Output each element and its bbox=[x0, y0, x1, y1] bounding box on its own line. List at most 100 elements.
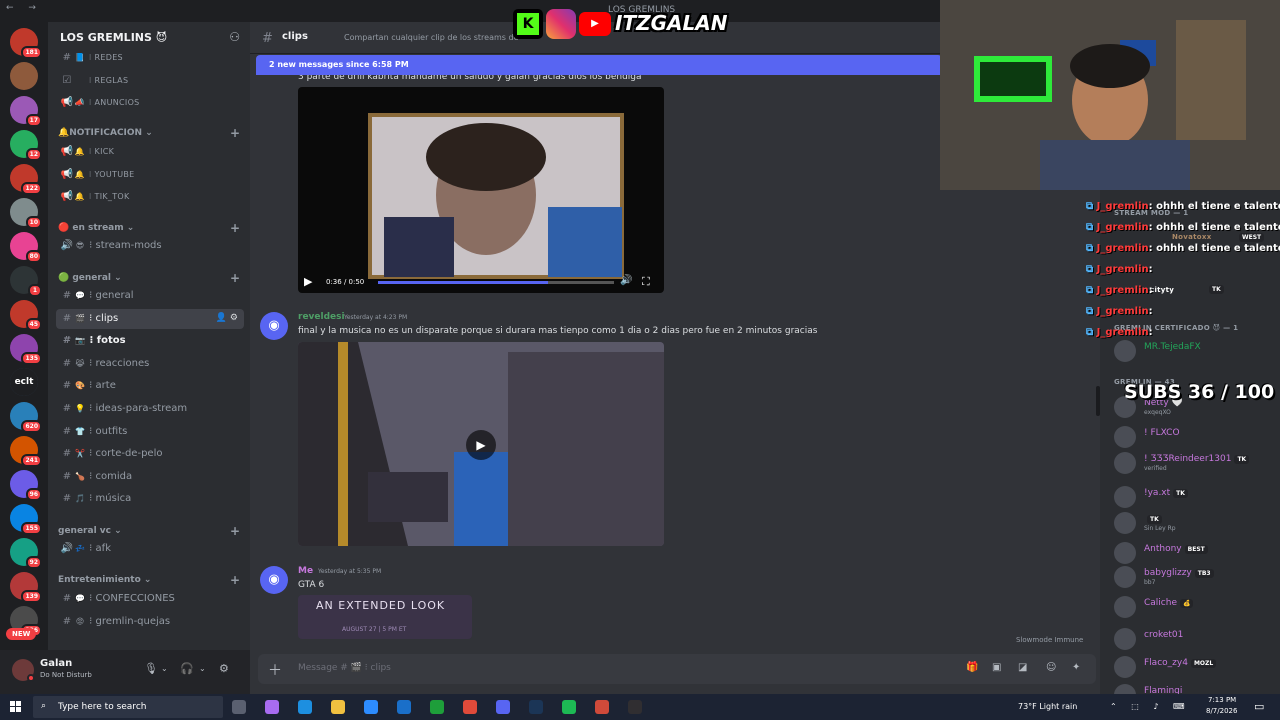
fullscreen-icon[interactable]: ⛶ bbox=[642, 275, 650, 289]
history-nav[interactable]: ← → bbox=[6, 3, 42, 13]
apps-icon[interactable]: ✦ bbox=[1072, 662, 1080, 673]
channel-afk[interactable]: 🔊 💤 ⁝ afk bbox=[56, 539, 244, 559]
channel-reacciones[interactable]: # 😹 ⁝ reacciones bbox=[56, 354, 244, 374]
channel-música[interactable]: # 🎵 ⁝ música bbox=[56, 489, 244, 509]
channel-clips[interactable]: # 🎬 ⁝ clips 👤 ⚙ bbox=[56, 308, 244, 329]
channel-general[interactable]: # 💬 ⁝ general bbox=[56, 286, 244, 306]
channel-redes[interactable]: # 📘 ⁝ REDES bbox=[56, 48, 244, 68]
video-attachment[interactable]: ▶ 0:36 / 0:50 🔊 ⛶ bbox=[298, 87, 664, 293]
headphones-icon[interactable]: 🎧 bbox=[180, 662, 194, 675]
gear-icon[interactable]: ⚙ bbox=[219, 662, 229, 675]
add-channel-icon[interactable]: + bbox=[230, 573, 240, 587]
server-icon[interactable]: 139 bbox=[10, 572, 42, 603]
member-item[interactable]: TK Sin Ley Rp bbox=[1114, 510, 1280, 534]
windows-start-icon[interactable] bbox=[10, 701, 22, 713]
gift-icon[interactable]: 🎁 bbox=[966, 662, 978, 673]
copilot-icon[interactable] bbox=[265, 700, 279, 714]
add-channel-icon[interactable]: + bbox=[230, 271, 240, 285]
system-tray-icons[interactable]: ⌃ ⬚ ♪ ⌨ bbox=[1110, 702, 1191, 711]
discord-icon[interactable] bbox=[496, 700, 510, 714]
outlook-icon[interactable] bbox=[397, 700, 411, 714]
server-icon[interactable]: 92 bbox=[10, 538, 42, 569]
server-icon[interactable]: 10 bbox=[10, 198, 42, 229]
chrome-profile-icon[interactable] bbox=[595, 700, 609, 714]
server-icon[interactable]: 620 bbox=[10, 402, 42, 433]
play-icon[interactable]: ▶ bbox=[304, 275, 312, 288]
channel-reglas[interactable]: ☑ ⁝ REGLAS bbox=[56, 71, 244, 91]
member-item[interactable]: croket01 bbox=[1114, 626, 1280, 650]
server-icon[interactable]: 135 bbox=[10, 334, 42, 365]
avatar[interactable]: ◉ bbox=[260, 566, 288, 594]
member-item[interactable]: ! ƷƷƷReindeer1301 TK verified bbox=[1114, 450, 1280, 474]
server-icon[interactable]: 241 bbox=[10, 436, 42, 467]
add-channel-icon[interactable]: + bbox=[230, 126, 240, 140]
member-item[interactable]: Caliche 💰 bbox=[1114, 594, 1280, 618]
message-author[interactable]: Me bbox=[298, 566, 313, 576]
channel-stream-mods[interactable]: 🔊 😎 ⁝ stream-mods bbox=[56, 236, 244, 256]
channel-topic[interactable]: Compartan cualquier clip de los streams … bbox=[344, 33, 519, 42]
server-icon[interactable]: 80 bbox=[10, 232, 42, 263]
obs-icon[interactable] bbox=[628, 700, 642, 714]
channel-kick[interactable]: 📢🔔 ⁝ KICK bbox=[56, 142, 244, 162]
username[interactable]: Galan bbox=[40, 658, 72, 669]
steam-icon[interactable] bbox=[529, 700, 543, 714]
xbox-icon[interactable] bbox=[430, 700, 444, 714]
video-attachment[interactable]: ▶ bbox=[298, 342, 664, 546]
server-icon[interactable]: 1 bbox=[10, 266, 42, 297]
message-author[interactable]: reveldesi bbox=[298, 312, 345, 322]
channel-category[interactable]: 🟢 general ⌄ + bbox=[58, 271, 244, 285]
channel-arte[interactable]: # 🎨 ⁝ arte bbox=[56, 376, 244, 396]
chrome-icon[interactable] bbox=[463, 700, 477, 714]
clock-time[interactable]: 7:13 PM bbox=[1208, 696, 1236, 704]
link-embed[interactable]: AN EXTENDED LOOK AUGUST 27 | 5 PM ET bbox=[298, 595, 472, 639]
server-icon[interactable]: 45 bbox=[10, 300, 42, 331]
channel-confecciones[interactable]: # 💬 ⁝ CONFECCIONES bbox=[56, 589, 244, 609]
emoji-icon[interactable]: ☺ bbox=[1046, 662, 1056, 673]
channel-category[interactable]: general vc ⌄ + bbox=[58, 524, 244, 538]
avatar[interactable]: ◉ bbox=[260, 312, 288, 340]
server-icon[interactable]: 96 bbox=[10, 470, 42, 501]
server-icon[interactable]: 12 bbox=[10, 130, 42, 161]
channel-gremlin-quejas[interactable]: # 😡 ⁝ gremlin-quejas bbox=[56, 612, 244, 632]
member-item[interactable]: MR.TejedaFX bbox=[1114, 338, 1280, 362]
video-progress-track[interactable] bbox=[378, 281, 614, 284]
volume-icon[interactable]: 🔊 bbox=[620, 275, 632, 286]
server-icon[interactable]: 181 bbox=[10, 28, 42, 59]
add-attachment-icon[interactable]: ＋ bbox=[268, 660, 282, 680]
message-input[interactable]: Message # 🎬 ⁝ clips bbox=[298, 663, 391, 673]
channel-fotos[interactable]: # 📷 ⁝ fotos bbox=[56, 331, 244, 351]
channel-tik_tok[interactable]: 📢🔔 ⁝ TIK_TOK bbox=[56, 187, 244, 207]
member-name[interactable]: cityty bbox=[1150, 286, 1174, 294]
add-channel-icon[interactable]: + bbox=[230, 524, 240, 538]
task-view-icon[interactable] bbox=[232, 700, 246, 714]
play-icon[interactable]: ▶ bbox=[466, 430, 496, 460]
chevron-down-icon[interactable]: ⌄ bbox=[161, 664, 168, 673]
weather-widget[interactable]: 73°F Light rain bbox=[1018, 702, 1098, 711]
edge-icon[interactable] bbox=[298, 700, 312, 714]
channel-settings-icon[interactable]: 👤 ⚙ bbox=[216, 313, 238, 323]
notification-icon[interactable]: ▭ bbox=[1254, 700, 1264, 713]
spotify-icon[interactable] bbox=[562, 700, 576, 714]
server-icon[interactable]: 122 bbox=[10, 164, 42, 195]
sticker-icon[interactable]: ◪ bbox=[1018, 662, 1027, 673]
member-item[interactable]: babyglizzy TB3 bb7 bbox=[1114, 564, 1280, 588]
channel-outfits[interactable]: # 👕 ⁝ outfits bbox=[56, 422, 244, 442]
channel-corte-de-pelo[interactable]: # ✂️ ⁝ corte-de-pelo bbox=[56, 444, 244, 464]
channel-anuncios[interactable]: 📢📣 ⁝ ANUNCIOS bbox=[56, 93, 244, 113]
mic-icon[interactable]: 🎙 bbox=[144, 662, 158, 675]
channel-comida[interactable]: # 🍗 ⁝ comida bbox=[56, 467, 244, 487]
add-member-icon[interactable]: ⚇ bbox=[229, 30, 240, 44]
file-explorer-icon[interactable] bbox=[331, 700, 345, 714]
member-item[interactable]: !ya.xt TK bbox=[1114, 484, 1280, 508]
new-messages-bar[interactable]: 2 new messages since 6:58 PM bbox=[256, 55, 942, 75]
gif-icon[interactable]: ▣ bbox=[992, 662, 1001, 673]
channel-category[interactable]: Entretenimiento ⌄ + bbox=[58, 573, 244, 587]
server-icon[interactable]: eclt bbox=[10, 368, 38, 396]
server-icon[interactable] bbox=[10, 62, 38, 90]
channel-ideas-para-stream[interactable]: # 💡 ⁝ ideas-para-stream bbox=[56, 399, 244, 419]
member-item[interactable]: ! FLXCO bbox=[1114, 424, 1280, 448]
server-icon[interactable]: 17 bbox=[10, 96, 42, 127]
taskbar-search[interactable]: ⌕ Type here to search bbox=[33, 696, 223, 718]
channel-youtube[interactable]: 📢🔔 ⁝ YOUTUBE bbox=[56, 165, 244, 185]
channel-category[interactable]: 🔴 en stream ⌄ + bbox=[58, 221, 244, 235]
